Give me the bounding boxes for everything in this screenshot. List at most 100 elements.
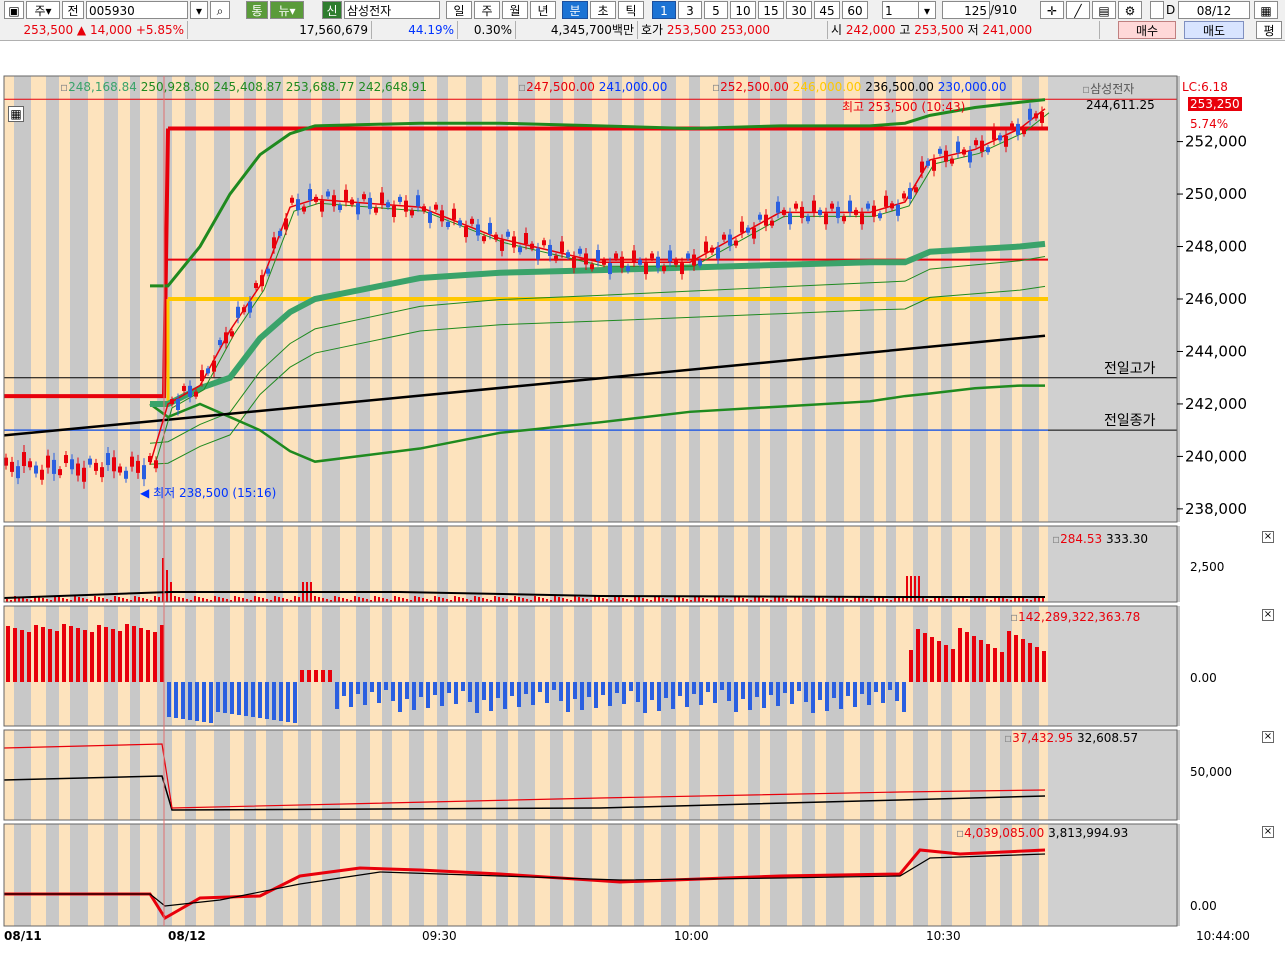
macd-bar — [622, 682, 626, 704]
candle-body — [130, 456, 134, 467]
prefix-button[interactable]: 전 — [62, 1, 84, 19]
macd-bar — [468, 682, 472, 702]
grid-table-icon[interactable]: ▦ — [8, 106, 24, 122]
candle-body — [542, 240, 546, 246]
quote-trade-value: 4,345,700백만 — [516, 21, 638, 39]
candle-body — [176, 398, 180, 410]
toolbar-row-1: ▣ 주▾ 전 005930 ▾ ⌕ 통 뉴▾ 신 삼성전자 일 주 월 년 분 … — [0, 1, 1285, 21]
macd-bar — [181, 682, 185, 719]
period-second[interactable]: 초 — [590, 1, 616, 19]
shade-stripe — [196, 526, 214, 602]
shade-stripe — [356, 526, 370, 602]
interval-3[interactable]: 3 — [678, 1, 702, 19]
candle-body — [170, 399, 174, 405]
volume-value-2: 333.30 — [1105, 532, 1148, 546]
interval-30[interactable]: 30 — [786, 1, 812, 19]
volume-bar — [358, 597, 360, 602]
shade-stripe — [298, 526, 311, 602]
macd-bar — [811, 682, 815, 713]
shade-stripe — [826, 730, 844, 820]
volume-bar — [118, 597, 120, 602]
period-tick[interactable]: 틱 — [618, 1, 644, 19]
macd-bar — [566, 682, 570, 712]
crosshair-icon[interactable]: ✛ — [1040, 1, 1064, 19]
interval-1[interactable]: 1 — [652, 1, 676, 19]
shade-stripe — [496, 730, 508, 820]
stock-code-input[interactable]: 005930 — [86, 1, 188, 19]
candle-body — [64, 455, 68, 464]
close-ad-panel-icon[interactable]: × — [1262, 826, 1274, 838]
sin-badge[interactable]: 신 — [322, 1, 342, 19]
buy-button[interactable]: 매수 — [1118, 21, 1176, 39]
shade-stripe — [382, 526, 392, 602]
close-macd-panel-icon[interactable]: × — [1262, 609, 1274, 621]
shade-stripe — [634, 526, 644, 602]
interval-dropdown-icon[interactable]: ▾ — [918, 1, 936, 19]
market-type-select[interactable]: 주▾ — [26, 1, 60, 19]
macd-bar — [300, 670, 304, 682]
macd-bar — [76, 628, 80, 682]
period-year[interactable]: 년 — [530, 1, 556, 19]
close-volume-panel-icon[interactable]: × — [1262, 531, 1274, 543]
volume-bar — [494, 596, 496, 602]
volume-bar — [94, 596, 96, 602]
low-arrow-icon: ◀ — [140, 486, 150, 500]
search-icon[interactable]: ⌕ — [210, 1, 230, 19]
date-checkbox[interactable] — [1150, 1, 1164, 19]
time-label-1030: 10:30 — [926, 929, 961, 943]
shade-stripe — [1000, 526, 1012, 602]
gear-icon[interactable]: ⚙ — [1118, 1, 1142, 19]
close-obv-panel-icon[interactable]: × — [1262, 731, 1274, 743]
shade-stripe — [104, 526, 118, 602]
interval-5[interactable]: 5 — [704, 1, 728, 19]
calendar-icon[interactable]: ▦ — [1254, 1, 1278, 19]
macd-bar — [846, 682, 850, 696]
volume-bar — [374, 596, 376, 602]
volume-bar — [278, 597, 280, 602]
tong-button[interactable]: 통 — [246, 1, 268, 19]
interval-15[interactable]: 15 — [758, 1, 784, 19]
bar-total: /910 — [990, 3, 1017, 17]
candle-body — [974, 140, 978, 146]
period-day[interactable]: 일 — [446, 1, 472, 19]
shade-stripe — [608, 526, 622, 602]
shade-stripe — [356, 606, 370, 726]
stock-name-field[interactable]: 삼성전자 — [344, 1, 440, 19]
shade-stripe — [424, 730, 437, 820]
save-icon[interactable]: ▤ — [1092, 1, 1116, 19]
candle-body — [142, 465, 146, 480]
interval-10[interactable]: 10 — [730, 1, 756, 19]
period-week[interactable]: 주 — [474, 1, 500, 19]
shade-stripe — [448, 526, 466, 602]
interval-60[interactable]: 60 — [842, 1, 868, 19]
eval-button[interactable]: 평 — [1256, 21, 1282, 39]
sell-button[interactable]: 매도 — [1184, 21, 1244, 39]
interval-45[interactable]: 45 — [814, 1, 840, 19]
volume-bar — [842, 598, 844, 602]
nyu-button[interactable]: 뉴▾ — [270, 1, 304, 19]
shade-stripe — [689, 606, 700, 726]
volume-bar — [222, 598, 224, 602]
shade-stripe — [298, 730, 311, 820]
volume-bar — [58, 597, 60, 602]
macd-bar — [692, 682, 696, 694]
macd-bar — [881, 682, 885, 703]
macd-bar — [1014, 635, 1018, 682]
period-month[interactable]: 월 — [502, 1, 528, 19]
date-input[interactable]: 08/12 — [1178, 1, 1250, 19]
code-dropdown-icon[interactable]: ▾ — [190, 1, 208, 19]
shade-stripe — [424, 824, 437, 926]
macd-bar — [727, 682, 731, 701]
current-price-tag: 253,250 — [1188, 97, 1242, 111]
shade-stripe — [550, 824, 563, 926]
trend-tool-icon[interactable]: ╱ — [1066, 1, 1090, 19]
macd-bar — [62, 624, 66, 682]
shade-stripe — [718, 730, 734, 820]
shade-stripe — [874, 730, 886, 820]
window-icon[interactable]: ▣ — [4, 1, 24, 19]
bar-count-input[interactable]: 125 — [942, 1, 990, 19]
time-label-1000: 10:00 — [674, 929, 709, 943]
shade-stripe — [392, 526, 409, 602]
period-minute[interactable]: 분 — [562, 1, 588, 19]
shade-stripe — [550, 730, 563, 820]
